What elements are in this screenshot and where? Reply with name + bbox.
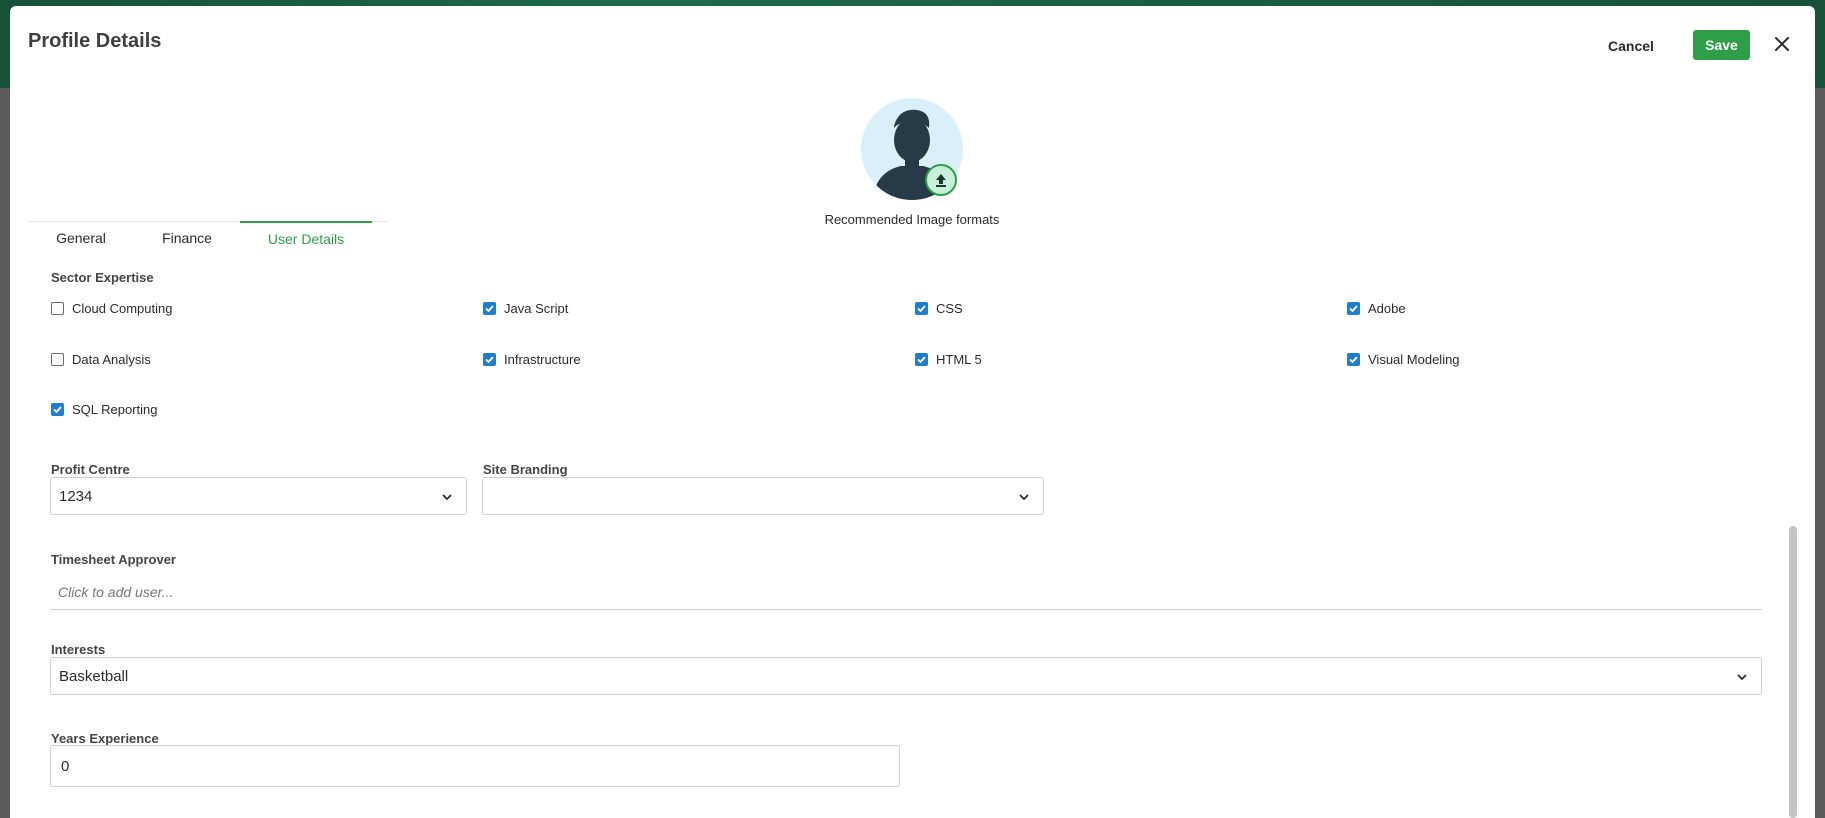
checkbox-box[interactable] [483,352,496,366]
checkbox-visual-modeling[interactable]: Visual Modeling [1347,350,1460,368]
tab-bar: General Finance User Details [28,221,388,253]
check-icon [485,304,494,312]
checkbox-box[interactable] [915,301,928,315]
tab-general[interactable]: General [28,222,134,254]
checkbox-label: Java Script [504,300,569,316]
profit-centre-select[interactable]: 1234 [50,477,467,515]
chevron-down-icon [442,494,452,501]
checkbox-label: Visual Modeling [1368,351,1460,367]
checkbox-label: CSS [936,300,963,316]
checkbox-sql-reporting[interactable]: SQL Reporting [51,400,158,418]
check-icon [1349,304,1358,312]
check-icon [917,355,926,363]
check-icon [917,304,926,312]
checkbox-box[interactable] [1347,301,1360,315]
checkbox-cloud-computing[interactable]: Cloud Computing [51,299,172,317]
site-branding-select[interactable] [482,477,1044,515]
years-experience-label: Years Experience [51,731,159,746]
checkbox-data-analysis[interactable]: Data Analysis [51,350,151,368]
checkbox-java-script[interactable]: Java Script [483,299,568,317]
avatar[interactable] [861,98,963,200]
interests-label: Interests [51,642,106,657]
tab-user-details[interactable]: User Details [240,221,372,253]
save-button[interactable]: Save [1693,30,1750,60]
chevron-down-icon [1019,494,1029,501]
profit-centre-value: 1234 [59,487,93,505]
sector-expertise-label: Sector Expertise [51,270,154,285]
interests-value: Basketball [59,667,129,685]
checkbox-box[interactable] [1347,352,1360,366]
modal-title: Profile Details [28,30,162,52]
profit-centre-label: Profit Centre [51,462,130,477]
chevron-down-icon [1737,674,1747,681]
site-branding-label: Site Branding [483,462,568,477]
check-icon [485,355,494,363]
timesheet-approver-label: Timesheet Approver [51,552,176,567]
cancel-button[interactable]: Cancel [1600,32,1662,60]
check-icon [1349,355,1358,363]
checkbox-css[interactable]: CSS [915,299,963,317]
profile-details-modal: Profile Details Cancel Save Recommended … [10,6,1815,818]
checkbox-label: HTML 5 [936,351,982,367]
checkbox-box[interactable] [51,402,64,416]
checkbox-infrastructure[interactable]: Infrastructure [483,350,581,368]
checkbox-box[interactable] [483,301,496,315]
scrollbar[interactable] [1789,526,1797,818]
interests-select[interactable]: Basketball [50,657,1762,695]
checkbox-label: SQL Reporting [72,401,158,417]
check-icon [53,405,62,413]
upload-icon[interactable] [925,164,957,196]
checkbox-box[interactable] [51,301,64,315]
tab-finance[interactable]: Finance [134,222,240,254]
checkbox-box[interactable] [915,352,928,366]
timesheet-approver-field[interactable]: Click to add user... [50,574,1762,610]
image-format-hint: Recommended Image formats [824,212,1000,227]
checkbox-adobe[interactable]: Adobe [1347,299,1406,317]
checkbox-label: Cloud Computing [72,300,173,316]
checkbox-label: Infrastructure [504,351,581,367]
checkbox-html5[interactable]: HTML 5 [915,350,982,368]
checkbox-box[interactable] [51,352,64,366]
close-icon[interactable] [1770,32,1794,56]
checkbox-label: Data Analysis [72,351,151,367]
checkbox-label: Adobe [1368,300,1406,316]
years-experience-input[interactable] [50,745,900,787]
